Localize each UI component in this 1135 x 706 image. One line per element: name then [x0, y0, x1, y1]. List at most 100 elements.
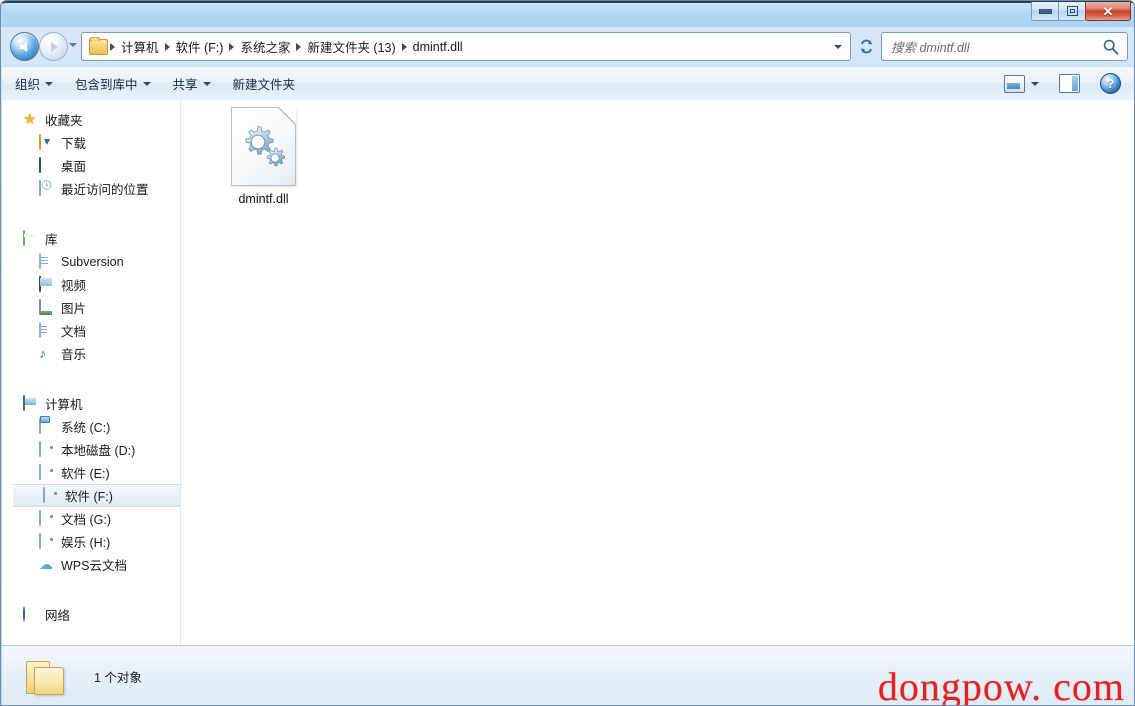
sidebar-item-downloads[interactable]: 下载 — [9, 131, 180, 154]
sidebar-item-label: 软件 (E:) — [61, 467, 110, 481]
search-icon[interactable] — [1102, 38, 1120, 56]
window-controls: ✕ — [1031, 2, 1131, 21]
sidebar-group-network: 网络 — [9, 603, 180, 626]
sidebar-item-label: 视频 — [61, 279, 87, 293]
title-bar: ✕ — [1, 1, 1134, 27]
sidebar-item-label: WPS云文档 — [61, 559, 127, 573]
organize-label: 组织 — [15, 78, 41, 92]
sidebar-item-drive-f[interactable]: 软件 (F:) — [13, 484, 180, 507]
sidebar-item-libraries[interactable]: 库 — [9, 227, 180, 250]
sidebar-item-label: 软件 (F:) — [65, 490, 113, 504]
restore-button[interactable] — [1058, 2, 1086, 21]
breadcrumb-separator[interactable] — [229, 42, 235, 51]
pictures-icon — [39, 298, 55, 316]
desktop-icon — [39, 156, 55, 174]
address-history-caret-icon[interactable] — [834, 45, 842, 49]
address-folder-icon — [89, 36, 108, 55]
include-in-library-button[interactable]: 包含到库中 — [66, 70, 160, 97]
address-bar[interactable]: 计算机 软件 (F:) 系统之家 新建文件夹 (13) dmintf.dll — [81, 32, 851, 61]
sidebar-group-libraries: 库 Subversion 视频 图片 文档 ♪ 音乐 — [9, 227, 180, 365]
breadcrumb-separator[interactable] — [401, 42, 407, 51]
star-icon: ★ — [23, 110, 37, 128]
drive-icon — [39, 440, 55, 458]
sidebar-item-drive-g[interactable]: 文档 (G:) — [9, 507, 180, 530]
help-icon[interactable]: ? — [1100, 73, 1121, 94]
search-input[interactable]: 搜索 dmintf.dll — [891, 37, 970, 56]
close-icon: ✕ — [1102, 3, 1114, 19]
forward-arrow-icon — [51, 41, 58, 52]
sidebar-item-network[interactable]: 网络 — [9, 603, 180, 626]
sidebar-item-wps-cloud[interactable]: ☁ WPS云文档 — [9, 553, 180, 576]
search-box[interactable]: 搜索 dmintf.dll — [881, 32, 1128, 61]
minimize-button[interactable] — [1031, 2, 1059, 21]
drive-icon — [43, 486, 59, 504]
status-bar: 1 个对象 dongpow. com — [2, 645, 1134, 706]
sidebar-group-favorites: ★ 收藏夹 下载 桌面 最近访问的位置 — [9, 108, 180, 200]
sidebar-item-pictures[interactable]: 图片 — [9, 296, 180, 319]
organize-button[interactable]: 组织 — [6, 70, 62, 97]
sidebar-item-label: 娱乐 (H:) — [61, 536, 111, 550]
breadcrumb-separator[interactable] — [110, 42, 115, 51]
title-bar-surface — [2, 3, 1134, 27]
watermark-text: dongpow. com — [877, 664, 1125, 706]
view-layout-icon[interactable] — [1004, 74, 1025, 93]
breadcrumb-item-1[interactable]: 软件 (F:) — [172, 35, 228, 58]
sidebar-item-drive-h[interactable]: 娱乐 (H:) — [9, 530, 180, 553]
new-folder-label: 新建文件夹 — [232, 78, 296, 92]
breadcrumb-item-4[interactable]: dmintf.dll — [409, 38, 467, 56]
sidebar-item-drive-e[interactable]: 软件 (E:) — [9, 461, 180, 484]
chevron-down-icon[interactable] — [1031, 81, 1039, 86]
address-row: 计算机 软件 (F:) 系统之家 新建文件夹 (13) dmintf.dll 搜 — [1, 27, 1134, 67]
system-drive-icon — [39, 417, 55, 435]
file-item-dmintf-dll[interactable]: dmintf.dll — [211, 107, 316, 206]
sidebar-item-computer[interactable]: 计算机 — [9, 392, 180, 415]
sidebar-item-label: 本地磁盘 (D:) — [61, 444, 136, 458]
explorer-window: ✕ 计算机 软件 (F:) 系统之家 新建文件夹 (13) dmintf.dll… — [0, 0, 1135, 706]
back-button[interactable] — [10, 32, 39, 61]
downloads-icon — [39, 133, 55, 151]
breadcrumb-item-0[interactable]: 计算机 — [117, 35, 163, 58]
breadcrumb-separator[interactable] — [164, 42, 170, 51]
sidebar-item-subversion[interactable]: Subversion — [9, 250, 180, 273]
file-name-label: dmintf.dll — [238, 192, 289, 206]
navigation-pane[interactable]: ★ 收藏夹 下载 桌面 最近访问的位置 — [9, 100, 181, 645]
sidebar-item-documents[interactable]: 文档 — [9, 319, 180, 342]
recent-pages-dropdown[interactable] — [69, 43, 77, 47]
breadcrumb-item-2[interactable]: 系统之家 — [236, 35, 294, 58]
sidebar-item-recent-places[interactable]: 最近访问的位置 — [9, 177, 180, 200]
sidebar-item-label: 文档 (G:) — [61, 513, 111, 527]
breadcrumb-item-3[interactable]: 新建文件夹 (13) — [303, 35, 399, 58]
sidebar-item-label: 音乐 — [61, 348, 87, 362]
close-button[interactable]: ✕ — [1085, 2, 1131, 21]
item-count-label: 1 个对象 — [94, 671, 142, 685]
sidebar-item-label: 图片 — [61, 302, 87, 316]
sidebar-item-label: Subversion — [61, 254, 124, 269]
music-icon: ♪ — [39, 344, 46, 361]
restore-icon — [1066, 6, 1078, 16]
sidebar-item-desktop[interactable]: 桌面 — [9, 154, 180, 177]
sidebar-item-music[interactable]: ♪ 音乐 — [9, 342, 180, 365]
share-button[interactable]: 共享 — [164, 70, 220, 97]
new-folder-button[interactable]: 新建文件夹 — [224, 70, 305, 97]
drive-icon — [39, 509, 55, 527]
library-icon — [23, 229, 39, 247]
sidebar-item-drive-d[interactable]: 本地磁盘 (D:) — [9, 438, 180, 461]
forward-button[interactable] — [39, 32, 68, 61]
sidebar-item-label: 库 — [45, 233, 58, 247]
file-list-pane[interactable]: dmintf.dll — [181, 100, 1134, 645]
sidebar-item-label: 网络 — [45, 609, 71, 623]
sidebar-item-label: 收藏夹 — [45, 114, 83, 128]
dll-file-icon — [231, 107, 296, 186]
refresh-button[interactable] — [853, 32, 879, 61]
preview-pane-icon[interactable] — [1059, 74, 1080, 93]
minimize-icon — [1038, 8, 1052, 14]
sidebar-item-favorites[interactable]: ★ 收藏夹 — [9, 108, 180, 131]
sidebar-item-drive-c[interactable]: 系统 (C:) — [9, 415, 180, 438]
subversion-icon — [39, 252, 55, 270]
sidebar-item-label: 系统 (C:) — [61, 421, 111, 435]
sidebar-item-videos[interactable]: 视频 — [9, 273, 180, 296]
window-body: ★ 收藏夹 下载 桌面 最近访问的位置 — [2, 100, 1134, 645]
breadcrumb-separator[interactable] — [296, 42, 302, 51]
